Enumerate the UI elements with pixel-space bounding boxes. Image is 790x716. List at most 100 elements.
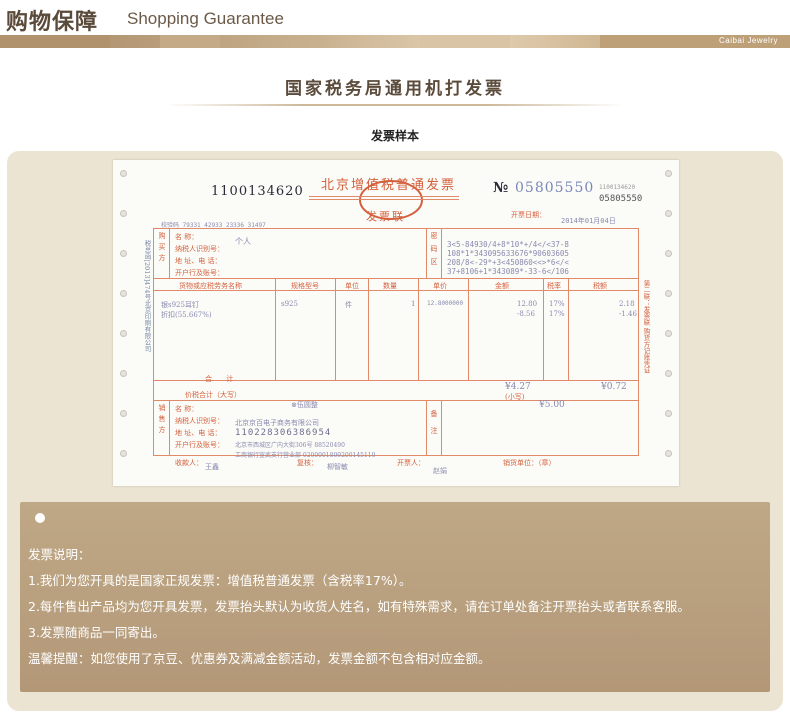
issue-date: 2014年01月04日 bbox=[561, 217, 616, 225]
feed-hole bbox=[665, 410, 672, 417]
seller-tax-id-label: 纳税人识别号： bbox=[175, 417, 224, 425]
notes-text: 发票说明： 1.我们为您开具的是国家正规发票：增值税普通发票（含税率17%）。 … bbox=[28, 542, 690, 672]
feed-hole bbox=[120, 290, 127, 297]
grid-vline bbox=[568, 278, 569, 380]
invoice-code: 1100134620 bbox=[211, 184, 304, 199]
invoice-sample: 1100134620 北京增值税普通发票 发票联 № 05805550 0580… bbox=[113, 160, 679, 486]
issuer-label: 开票人： bbox=[397, 459, 425, 467]
invoice-number-small: 05805550 bbox=[599, 194, 643, 204]
grid-vline bbox=[426, 400, 427, 456]
grid-vline bbox=[468, 278, 469, 380]
notes-reminder: 温馨提醒：如您使用了京豆、优惠券及满减金额活动，发票金额不包含相对应金额。 bbox=[28, 651, 491, 666]
heading-rule bbox=[309, 199, 459, 200]
seller-bank-label: 开户行及账号： bbox=[175, 441, 224, 449]
cipher-line: 37+8106+1*343089*-33-6</106 bbox=[447, 267, 569, 276]
grid-vline bbox=[275, 278, 276, 380]
buyer-bank-label: 开户行及账号： bbox=[175, 269, 224, 277]
feed-hole bbox=[665, 330, 672, 337]
notes-line: 1.我们为您开具的是国家正规发票：增值税普通发票（含税率17%）。 bbox=[28, 573, 412, 588]
feed-hole bbox=[120, 250, 127, 257]
item-qty: 1 bbox=[411, 300, 416, 308]
seller-stamp-label: 销货单位：（章） bbox=[503, 459, 556, 467]
item-name: 银s925耳钉 bbox=[161, 301, 199, 309]
notes-line: 3.发票随商品一同寄出。 bbox=[28, 625, 165, 640]
item-spec: s925 bbox=[281, 300, 298, 308]
grid-hline bbox=[153, 278, 639, 279]
col-header-price: 单价 bbox=[433, 282, 447, 290]
col-header-qty: 数量 bbox=[383, 282, 397, 290]
grand-total-label: 价税合计（大写） bbox=[185, 391, 241, 399]
title-underline bbox=[165, 104, 625, 106]
cipher-line: 208/8<-29*+3<450860<<>*6</< bbox=[447, 258, 569, 267]
stamp-text: 发票联 bbox=[366, 210, 405, 223]
item-unit: 件 bbox=[345, 301, 352, 309]
feed-hole bbox=[120, 330, 127, 337]
col-header-amount: 金额 bbox=[495, 282, 509, 290]
item-amount: -8.56 bbox=[517, 310, 535, 318]
notes-heading: 发票说明： bbox=[28, 547, 91, 562]
item-amount: 12.80 bbox=[517, 300, 538, 308]
grid-vline bbox=[169, 228, 170, 278]
item-rate: 17% bbox=[549, 310, 565, 318]
feed-hole bbox=[665, 450, 672, 457]
payee-label: 收款人： bbox=[175, 459, 203, 467]
header-title-en: Shopping Guarantee bbox=[127, 9, 284, 28]
section-subtitle: 发票样本 bbox=[370, 129, 419, 143]
buyer-name-label: 名 称： bbox=[175, 233, 199, 241]
seller-address-label: 地 址、电 话： bbox=[175, 429, 222, 437]
col-header-name: 货物或应税劳务名称 bbox=[179, 282, 242, 290]
total-amount: ¥4.27 bbox=[505, 382, 531, 392]
feed-hole bbox=[665, 210, 672, 217]
section-title: 国家税务局通用机打发票 bbox=[285, 79, 505, 99]
cipher-line: 3<5-84930/4+8*10*+/4</<37-8 bbox=[447, 240, 569, 249]
feed-hole bbox=[120, 170, 127, 177]
col-header-rate: 税率 bbox=[547, 282, 561, 290]
feed-hole bbox=[120, 210, 127, 217]
total-label: 合 计 bbox=[205, 375, 240, 383]
feed-hole bbox=[665, 170, 672, 177]
seller-name-value: 北京京百电子商务有限公司 bbox=[235, 419, 319, 427]
page-header: 购物保障 Shopping Guarantee Caibai Jewelry bbox=[0, 0, 790, 48]
header-title-zh: 购物保障 bbox=[6, 10, 99, 35]
item-tax: -1.46 bbox=[619, 310, 637, 318]
cipher-line: 108*1*343095633676*90603605 bbox=[447, 249, 569, 258]
reviewer-value: 柳智敏 bbox=[327, 463, 348, 471]
feed-hole bbox=[665, 290, 672, 297]
feed-hole bbox=[665, 250, 672, 257]
grand-total-small: ¥5.00 bbox=[539, 400, 565, 410]
grid-vline bbox=[441, 400, 442, 456]
brand-label: Caibai Jewelry bbox=[718, 36, 778, 45]
remarks-label: 备注 bbox=[430, 410, 438, 444]
invoice-code-small: 1100134620 bbox=[599, 184, 636, 191]
grid-vline bbox=[426, 228, 427, 278]
grid-vline bbox=[368, 278, 369, 380]
seller-address-value: 北京市西城区广内大街306号 88520490 bbox=[235, 442, 345, 449]
cipher-area-label: 密码区 bbox=[430, 232, 438, 271]
issuer-value: 赵娟 bbox=[433, 467, 447, 475]
col-header-spec: 规格型号 bbox=[291, 282, 319, 290]
bullet-dot bbox=[35, 513, 45, 523]
invoice-number: 05805550 bbox=[515, 180, 595, 196]
item-tax: 2.18 bbox=[619, 300, 635, 308]
heading-rule bbox=[309, 196, 459, 197]
buyer-tax-id-label: 纳税人识别号： bbox=[175, 245, 224, 253]
copy-label-right: 第二联：发票联 购货方记账凭证 bbox=[642, 280, 650, 374]
invoice-no-symbol: № bbox=[493, 180, 509, 196]
feed-hole bbox=[665, 370, 672, 377]
notes-line: 2.每件售出产品均为您开具发票，发票抬头默认为收货人姓名，如有特殊需求，请在订单… bbox=[28, 599, 690, 614]
feed-hole bbox=[120, 450, 127, 457]
buyer-side-label: 购买方 bbox=[158, 232, 166, 265]
grid-vline bbox=[543, 278, 544, 380]
buyer-address-label: 地 址、电 话： bbox=[175, 257, 222, 265]
feed-hole bbox=[120, 370, 127, 377]
seller-side-label: 销售方 bbox=[158, 404, 166, 437]
feed-hole bbox=[120, 410, 127, 417]
buyer-name-value: 个人 bbox=[235, 237, 251, 246]
total-tax: ¥0.72 bbox=[601, 382, 627, 392]
item-price: 12.8000000 bbox=[427, 300, 464, 307]
col-header-unit: 单位 bbox=[345, 282, 359, 290]
grid-vline bbox=[335, 278, 336, 380]
grid-vline bbox=[441, 228, 442, 278]
grid-vline bbox=[169, 400, 170, 456]
grid-hline bbox=[153, 400, 639, 401]
